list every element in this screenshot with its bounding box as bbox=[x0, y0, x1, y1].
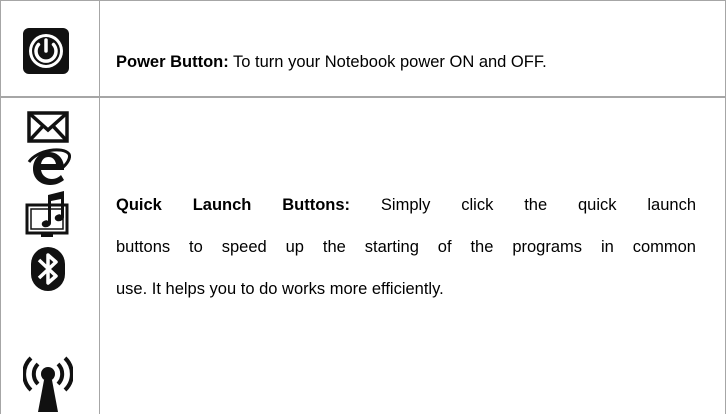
power-button-description: Power Button: To turn your Notebook powe… bbox=[116, 44, 547, 80]
quick-launch-title: Quick Launch Buttons: bbox=[116, 196, 351, 214]
media-player-icon bbox=[24, 191, 72, 239]
internet-explorer-icon bbox=[27, 148, 71, 186]
column-divider bbox=[99, 0, 100, 414]
row-divider bbox=[0, 96, 726, 98]
quick-launch-line-3: use. It helps you to do works more effic… bbox=[116, 280, 444, 298]
quick-launch-line-1: Quick Launch Buttons: Simply click the q… bbox=[116, 196, 696, 214]
power-button-title: Power Button: bbox=[116, 53, 229, 71]
power-button-text: To turn your Notebook power ON and OFF. bbox=[228, 53, 547, 71]
table-left-border bbox=[0, 0, 1, 414]
button-description-table: Power Button: To turn your Notebook powe… bbox=[0, 0, 726, 414]
wireless-icon bbox=[22, 354, 74, 414]
power-icon bbox=[23, 28, 69, 74]
table-top-border bbox=[0, 0, 726, 1]
quick-launch-description: Quick Launch Buttons: Simply click the q… bbox=[116, 184, 696, 310]
bluetooth-icon bbox=[30, 246, 66, 292]
mail-icon bbox=[27, 111, 69, 143]
quick-launch-line-2: buttons to speed up the starting of the … bbox=[116, 238, 696, 256]
